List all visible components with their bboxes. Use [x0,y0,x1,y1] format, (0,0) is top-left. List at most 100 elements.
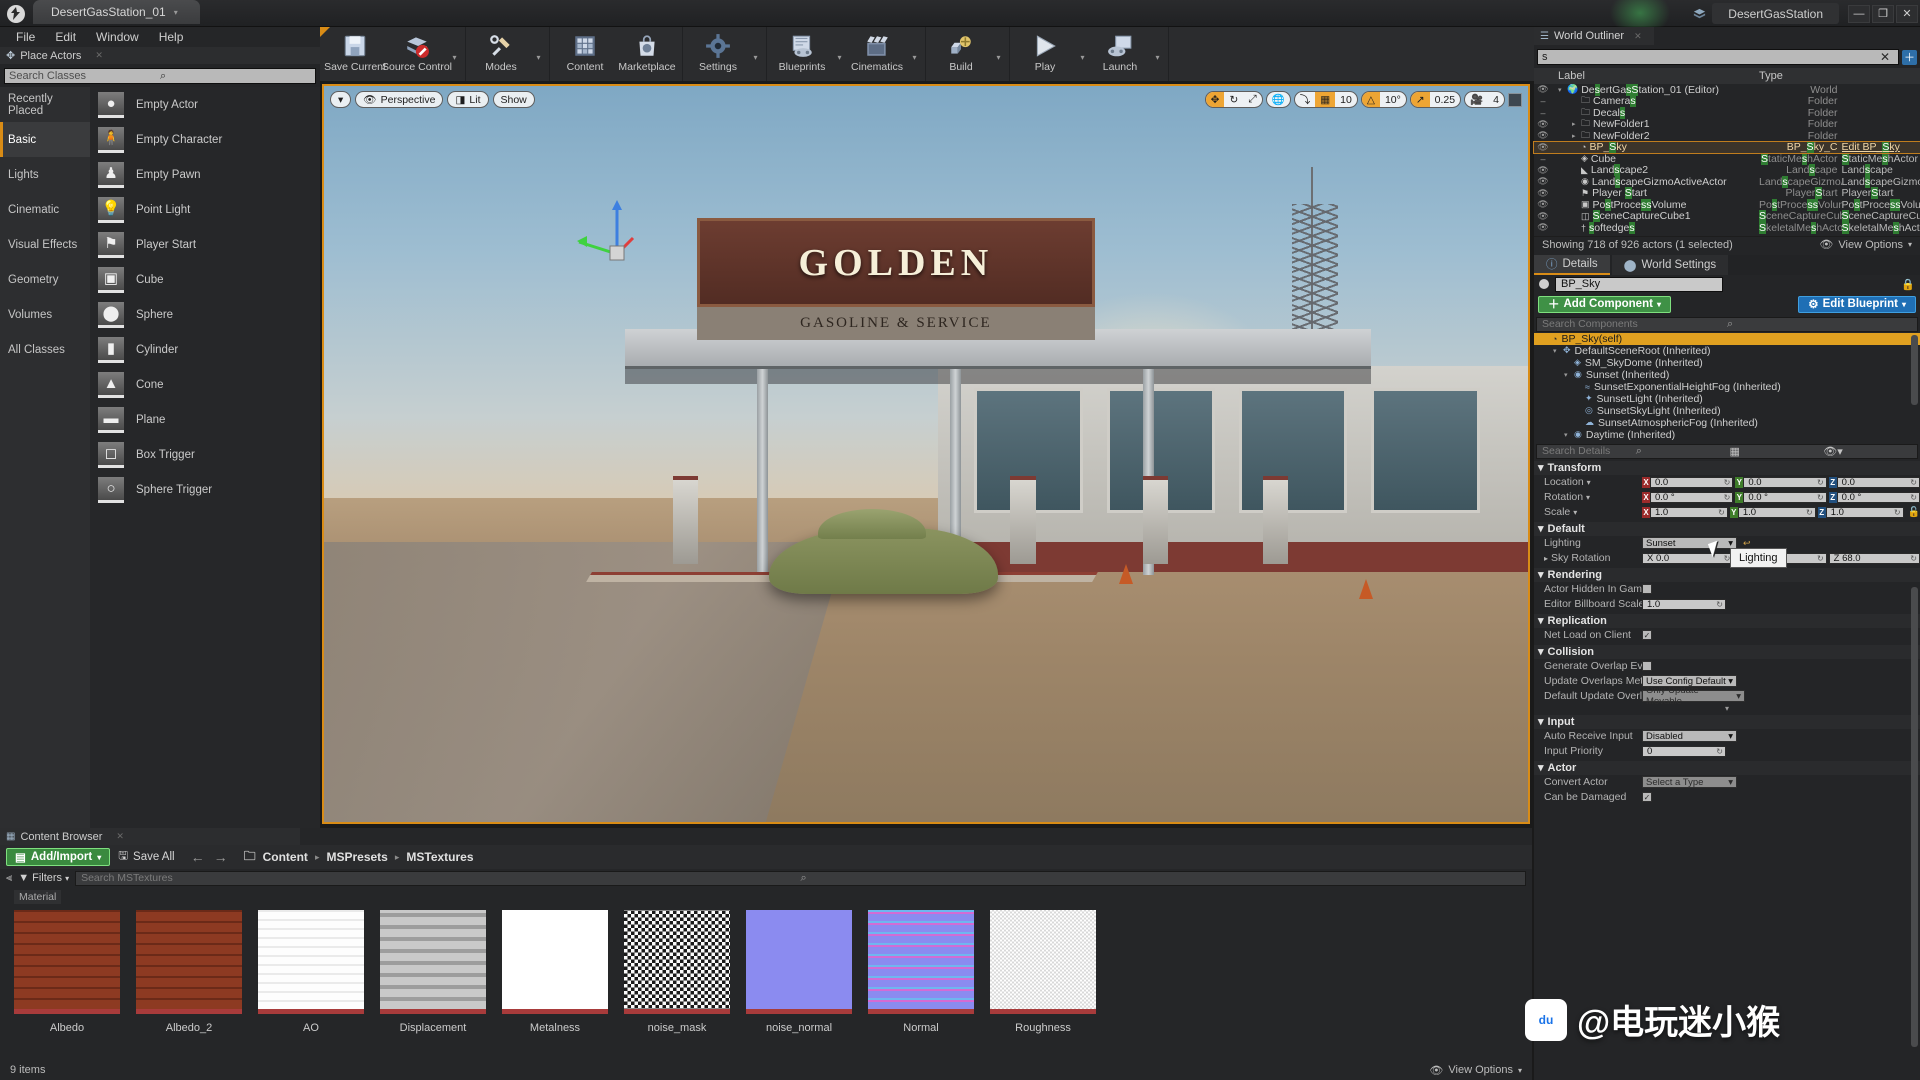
component-row[interactable]: ◎ SunsetSkyLight (Inherited) [1534,405,1920,417]
breadcrumb-mspresets[interactable]: MSPresets [326,850,387,864]
visibility-toggle-icon[interactable]: 👁 [1534,165,1552,176]
visibility-toggle-icon[interactable]: 👁 [1534,142,1552,153]
place-actor-item[interactable]: ▲ Cone [90,367,320,402]
location-z[interactable]: Z 0.0 [1828,476,1920,488]
actor-hidden-checkbox[interactable] [1642,584,1652,594]
toolbar-dropdown-arrow[interactable]: ▾ [908,27,921,81]
clear-search-icon[interactable]: ✕ [1880,50,1890,64]
outliner-row[interactable]: 👁 ⚑ Player Start PlayerStart PlayerStart [1534,187,1920,200]
location-y[interactable]: Y 0.0 [1735,476,1827,488]
section-transform[interactable]: ▾ Transform [1534,460,1920,475]
toolbar-dropdown-arrow[interactable]: ▾ [448,27,461,81]
toolbar-button-play[interactable]: Play [1014,27,1076,81]
component-tree-scrollbar[interactable] [1911,334,1918,405]
expand-advanced-icon[interactable]: ▾ [1534,704,1920,713]
grid-snap-value[interactable]: 10 [1335,92,1357,107]
component-row[interactable]: ◔ BP_Sky(self) [1534,332,1920,345]
place-actor-item[interactable]: ▬ Plane [90,402,320,437]
component-row[interactable]: ▾ ◉ Sunset (Inherited) [1534,369,1920,381]
breadcrumb-mstextures[interactable]: MSTextures [406,850,473,864]
asset-tile[interactable]: Albedo_2 [136,910,242,1034]
menu-item-edit[interactable]: Edit [45,27,86,47]
place-actors-category-geometry[interactable]: Geometry [0,262,90,297]
outliner-column-type[interactable]: Type [1759,70,1920,82]
toolbar-button-settings[interactable]: Settings [687,27,749,81]
asset-tile[interactable]: AO [258,910,364,1034]
place-actor-item[interactable]: ▮ Cylinder [90,332,320,367]
place-actor-item[interactable]: ○ Sphere Trigger [90,472,320,507]
place-actor-item[interactable]: ◻ Box Trigger [90,437,320,472]
section-rendering[interactable]: ▾ Rendering [1534,567,1920,582]
actor-name-field[interactable]: BP_Sky [1555,276,1723,292]
scale-x[interactable]: X 1.0 [1642,506,1728,518]
place-actors-category-all-classes[interactable]: All Classes [0,332,90,367]
asset-tile[interactable]: Albedo [14,910,120,1034]
place-actors-category-volumes[interactable]: Volumes [0,297,90,332]
convert-actor-dropdown[interactable]: Select a Type ▾ [1642,776,1737,788]
add-component-button[interactable]: ＋ Add Component ▾ [1538,295,1671,313]
toolbar-button-content[interactable]: Content [554,27,616,81]
place-actor-item[interactable]: ♟ Empty Pawn [90,157,320,192]
outliner-column-label[interactable]: Label [1534,70,1759,82]
sources-toggle-icon[interactable]: ⫷ [6,872,12,885]
transform-gizmo[interactable] [576,196,667,286]
visibility-toggle-icon[interactable]: 👁 [1534,84,1552,95]
world-outliner-tab[interactable]: ☰ World Outliner ✕ [1534,27,1654,45]
input-priority-field[interactable]: 0 [1642,745,1726,757]
component-row[interactable]: ◈ SM_SkyDome (Inherited) [1534,357,1920,369]
place-actors-category-visual-effects[interactable]: Visual Effects [0,227,90,262]
outliner-row[interactable]: 👁 ◔ BP_Sky BP_Sky_C Edit BP_Sky [1533,140,1920,154]
rotation-x[interactable]: X 0.0 ° [1642,491,1734,503]
asset-tile[interactable]: Normal [868,910,974,1034]
asset-tile[interactable]: Displacement [380,910,486,1034]
visibility-toggle-icon[interactable]: – [1534,108,1552,118]
grid-snap-icon[interactable]: ▦ [1315,92,1336,107]
visibility-toggle-icon[interactable]: 👁 [1534,199,1552,210]
visibility-toggle-icon[interactable]: – [1534,96,1552,106]
component-row[interactable]: ☁ SunsetAtmosphericFog (Inherited) [1534,417,1920,429]
toolbar-dropdown-arrow[interactable]: ▾ [749,27,762,81]
surface-snap-icon[interactable]: ⤵ [1295,92,1315,107]
expander-icon[interactable]: ▾ [1564,431,1570,439]
asset-tile[interactable]: noise_normal [746,910,852,1034]
outliner-row[interactable]: 👁 ▸ 🗀 NewFolder2 Folder [1534,130,1920,142]
outliner-row[interactable]: 👁 ◣ Landscape2 Landscape Landscape [1534,164,1920,177]
visibility-toggle-icon[interactable]: 👁 [1534,211,1552,222]
toolbar-button-blueprints[interactable]: Blueprints [771,27,833,81]
outliner-view-options-button[interactable]: 👁 View Options ▾ [1819,238,1912,252]
angle-snap-value[interactable]: 10° [1380,92,1406,107]
section-replication[interactable]: ▾ Replication [1534,613,1920,628]
display-options-icon[interactable]: 👁▾ [1823,445,1912,458]
toolbar-button-modes[interactable]: Modes [470,27,532,81]
component-row[interactable]: ▾ ✥ DefaultSceneRoot (Inherited) [1534,345,1920,357]
outliner-row[interactable]: 👁 ◫SceneCaptureCube1 SceneCaptureCubeScene… [1534,210,1920,223]
component-search-input[interactable]: Search Components ⌕ [1536,316,1918,332]
camera-speed-value[interactable]: 4 [1488,92,1504,107]
toolbar-dropdown-arrow[interactable]: ▾ [833,27,846,81]
visibility-toggle-icon[interactable]: 👁 [1534,119,1552,130]
menu-item-file[interactable]: File [6,27,45,47]
menu-item-window[interactable]: Window [86,27,149,47]
world-space-icon[interactable]: 🌐 [1267,92,1290,107]
scale-snap-icon[interactable]: ↗ [1410,92,1430,107]
toolbar-button-source-control[interactable]: Source Control [382,27,452,81]
edit-blueprint-button[interactable]: ⚙ Edit Blueprint ▾ [1798,295,1916,313]
toolbar-dropdown-arrow[interactable]: ▾ [1151,27,1164,81]
visibility-toggle-icon[interactable]: 👁 [1534,176,1552,187]
visibility-toggle-icon[interactable]: 👁 [1534,222,1552,233]
toolbar-dropdown-arrow[interactable]: ▾ [992,27,1005,81]
maximize-button[interactable]: ❐ [1872,4,1894,23]
scale-gizmo-icon[interactable]: ⤢ [1243,92,1261,107]
place-actor-item[interactable]: ▣ Cube [90,262,320,297]
grid-view-icon[interactable]: ▦ [1730,445,1819,458]
section-input[interactable]: ▾ Input [1534,714,1920,729]
content-browser-tab[interactable]: ▦ Content Browser ✕ [0,828,300,845]
viewport-camera-mode-button[interactable]: 👁 Perspective [355,91,444,108]
content-search-input[interactable]: Search MSTextures ⌕ [75,870,1526,886]
toolbar-dropdown-arrow[interactable]: ▾ [532,27,545,81]
toolbar-button-cinematics[interactable]: Cinematics [846,27,908,81]
place-actors-category-basic[interactable]: Basic [0,122,90,157]
expander-icon[interactable]: ▾ [1553,347,1559,355]
minimize-button[interactable]: — [1848,4,1870,23]
place-actors-header[interactable]: ✥ Place Actors ✕ [0,47,320,64]
